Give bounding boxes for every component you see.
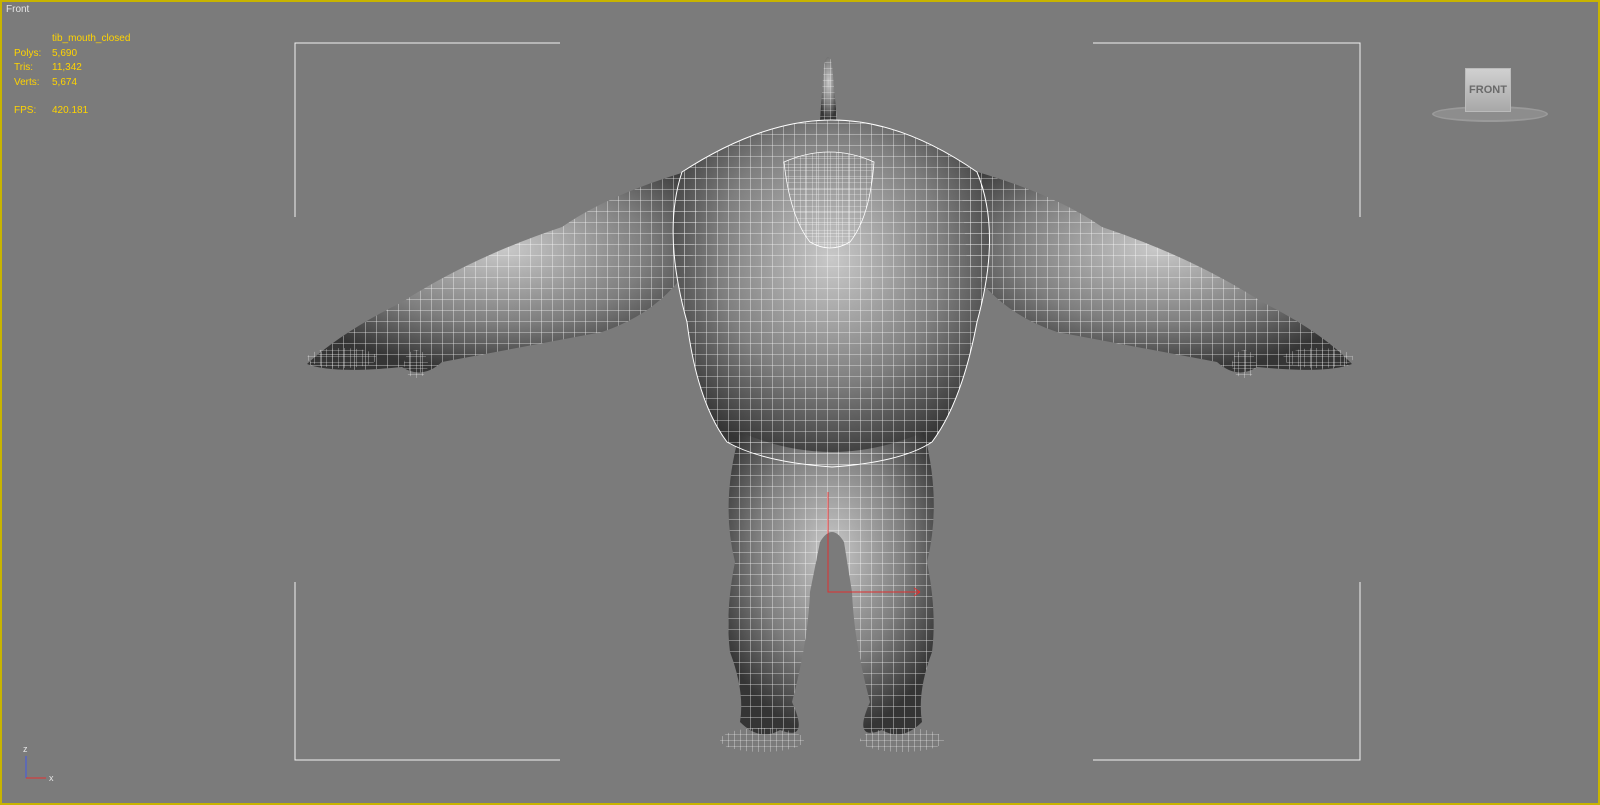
creature-mesh[interactable]: [307, 57, 1353, 752]
mesh-wireframe: [307, 57, 1353, 752]
axis-x-label: x: [49, 773, 54, 783]
safe-frame-top-left: [294, 42, 560, 217]
axis-z-label: z: [23, 744, 28, 754]
model-canvas[interactable]: [2, 2, 1598, 803]
safe-frame-bottom-right: [1093, 582, 1361, 761]
safe-frame-top-right: [1093, 42, 1361, 217]
front-viewport[interactable]: Front tib_mouth_closed Polys: 5,690 Tris:…: [0, 0, 1600, 805]
viewcube-front-face[interactable]: FRONT: [1465, 68, 1511, 112]
safe-frame-bottom-left: [294, 582, 560, 761]
axis-tripod-icon: z x: [23, 744, 54, 783]
viewcube-icon[interactable]: FRONT: [1432, 60, 1572, 122]
